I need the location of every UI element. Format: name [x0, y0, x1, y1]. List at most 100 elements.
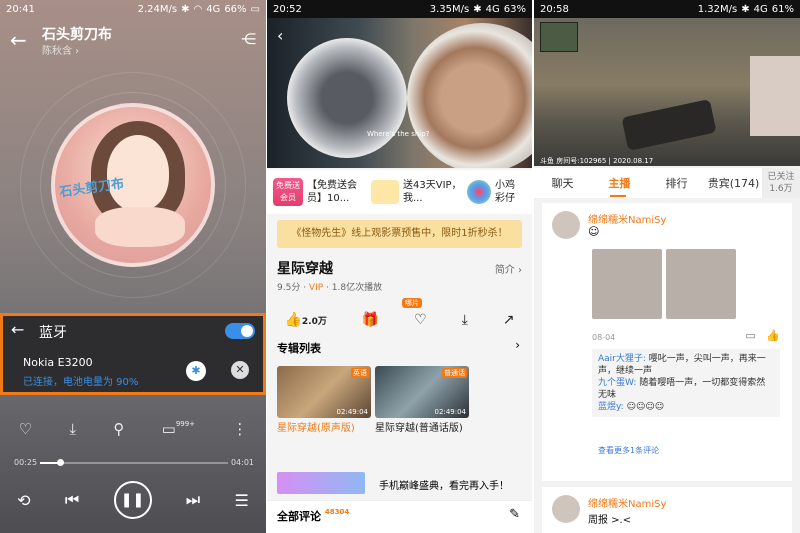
song-title: 石头剪刀布	[42, 27, 112, 43]
status-time: 20:58	[540, 3, 569, 15]
promo-item[interactable]: 小鸡彩仔	[495, 179, 521, 205]
vip-label: VIP	[308, 283, 324, 293]
game-minimap	[540, 22, 578, 52]
tab-ranking[interactable]: 排行	[648, 175, 705, 191]
more-icon[interactable]: ⋮	[232, 420, 247, 444]
device-status: 已连接，电池电量为 90%	[23, 377, 139, 388]
episode-title[interactable]: 星际穿越(原声版)	[277, 422, 377, 436]
playback-controls: ⟲ ⏮ ❚❚ ⏭ ☰	[0, 480, 266, 520]
episode-title[interactable]: 星际穿越(普通话版)	[375, 422, 475, 436]
video-player[interactable]: ‹ Where's the ship?	[267, 18, 532, 168]
chevron-right-icon[interactable]: ›	[515, 338, 520, 352]
like-button[interactable]: 👍2.0万	[284, 312, 326, 328]
pause-button[interactable]: ❚❚	[113, 481, 152, 519]
all-comments-label[interactable]: 全部评论 48304	[277, 508, 349, 524]
post-photo[interactable]	[592, 249, 662, 319]
device-name[interactable]: Nokia E3200	[23, 356, 93, 369]
episode-thumb[interactable]: 普通话 02:49:04	[375, 366, 469, 418]
current-time: 00:25	[14, 458, 38, 467]
add-heart-icon[interactable]: ♡	[414, 312, 427, 328]
bluetooth-icon: ✱	[473, 3, 482, 15]
music-player-panel: 20:41 2.24M/s ✱ ◠ 4G 66% ▭ ← 石头剪刀布 陈秋含 ›…	[0, 0, 266, 533]
intro-link[interactable]: 简介 ›	[495, 261, 522, 276]
post-username[interactable]: 绵绵糯米NamiSy	[588, 495, 666, 510]
avatar[interactable]	[552, 495, 580, 523]
promo-icon[interactable]	[371, 180, 399, 204]
ad-image[interactable]	[277, 472, 365, 494]
battery-icon: ▭	[250, 3, 260, 15]
tab-streamer[interactable]: 主播	[591, 175, 648, 191]
album-art-disc[interactable]: 石头剪刀布	[51, 103, 215, 267]
promo-strip: 免费送 会员 【免费送会员】10... 送43天VIP，我... 小鸡彩仔	[267, 170, 532, 214]
comments-bar: 全部评论 48304 ✎	[267, 500, 532, 533]
ad-text[interactable]: 手机巅峰盛典，看完再入手！	[379, 477, 509, 492]
back-arrow-icon[interactable]: ←	[11, 320, 24, 339]
movie-title: 星际穿越	[277, 261, 333, 277]
avatar[interactable]	[552, 211, 580, 239]
comment-icon[interactable]: ▭	[745, 329, 755, 342]
status-bar: 20:58 1.32M/s ✱ 4G 61%	[534, 0, 800, 18]
karaoke-icon[interactable]: ⚲	[113, 420, 124, 444]
player-header: ← 石头剪刀布 陈秋含 › ⋲	[0, 22, 266, 57]
promo-item[interactable]: 送43天VIP，我...	[403, 179, 463, 205]
battery-level: 63%	[503, 3, 526, 15]
network-speed: 1.32M/s	[697, 3, 738, 15]
heart-icon[interactable]: ♡	[19, 420, 32, 444]
active-tab-indicator	[610, 195, 626, 197]
status-bar: 20:52 3.35M/s ✱ 4G 63%	[267, 0, 532, 18]
episode-thumb[interactable]: 英语 02:49:04	[277, 366, 371, 418]
bluetooth-icon: ✱	[181, 3, 190, 15]
stream-video[interactable]: 斗鱼 房间号:102965 | 2020.08.17	[534, 18, 800, 166]
progress-knob[interactable]	[57, 459, 64, 466]
total-time: 04:01	[230, 458, 254, 467]
free-vip-badge[interactable]: 免费送 会员	[273, 178, 303, 206]
post-photo[interactable]	[666, 249, 736, 319]
signal-label: 4G	[206, 3, 221, 15]
edit-icon[interactable]: ✎	[509, 507, 520, 522]
progress-bar[interactable]: 00:25 04:01	[14, 456, 254, 470]
promo-icon[interactable]	[467, 180, 491, 204]
album-list-title: 专辑列表	[277, 342, 321, 355]
next-icon[interactable]: ⏭	[186, 490, 200, 510]
previous-icon[interactable]: ⏮	[65, 490, 79, 510]
tab-chat[interactable]: 聊天	[534, 175, 591, 191]
gift-icon[interactable]: 🎁	[362, 312, 379, 328]
close-icon[interactable]: ✕	[231, 361, 249, 379]
status-bar: 20:41 2.24M/s ✱ ◠ 4G 66% ▭	[0, 0, 266, 18]
artist-name[interactable]: 陈秋含 ›	[42, 42, 79, 57]
signal-label: 4G	[753, 3, 768, 15]
share-icon[interactable]: ⋲	[241, 30, 256, 48]
follow-button[interactable]: 已关注 1.6万	[762, 168, 800, 198]
episode-duration: 02:49:04	[434, 408, 466, 416]
back-arrow-icon[interactable]: ←	[10, 28, 27, 52]
language-tag: 英语	[351, 368, 369, 378]
repeat-icon[interactable]: ⟲	[17, 491, 30, 510]
reply-item: Aair大狸子: 嘤叱一声，尖叫一声，再来一声，继续一声	[598, 354, 766, 376]
playlist-icon[interactable]: ☰	[234, 491, 248, 510]
movie-score: 9.5分	[277, 283, 301, 293]
download-icon[interactable]: ⤓	[69, 420, 76, 444]
song-actions: ♡ ⤓ ⚲ ▭999+ ⋮	[0, 420, 266, 444]
presale-banner[interactable]: 《怪物先生》线上观影票预售中，限时1折秒杀！	[277, 220, 522, 248]
bluetooth-icon[interactable]: ✱	[186, 361, 206, 381]
back-arrow-icon[interactable]: ‹	[277, 26, 283, 45]
network-speed: 2.24M/s	[137, 3, 178, 15]
signal-label: 4G	[485, 3, 500, 15]
stream-tabs: 聊天 主播 排行 贵宾(174) 已关注 1.6万	[534, 168, 800, 198]
post-username[interactable]: 绵绵糯米NamiSy	[588, 211, 666, 226]
download-icon[interactable]: ⤓	[462, 312, 468, 328]
share-icon[interactable]: ↗	[503, 312, 515, 328]
movie-actions: 👍2.0万 🎁 ♡ ⤓ ↗	[267, 306, 532, 334]
more-comments-link[interactable]: 查看更多1条评论	[598, 445, 659, 456]
sticker-icon: ☺	[588, 225, 600, 238]
like-icon[interactable]: 👍	[766, 329, 780, 342]
bluetooth-toggle[interactable]	[225, 323, 255, 339]
tab-vip[interactable]: 贵宾(174)	[705, 175, 762, 191]
video-app-panel: 20:52 3.35M/s ✱ 4G 63% ‹ Where's the shi…	[267, 0, 532, 533]
reply-item: 蓝煜y: ☺☺☺☺	[598, 402, 665, 412]
battery-level: 61%	[771, 3, 794, 15]
promo-item[interactable]: 【免费送会员】10...	[307, 179, 367, 205]
comment-icon[interactable]: ▭999+	[162, 420, 195, 444]
post-card: 绵绵糯米NamiSy 周报 >.<	[542, 487, 792, 533]
like-count: 2.0万	[301, 317, 327, 327]
